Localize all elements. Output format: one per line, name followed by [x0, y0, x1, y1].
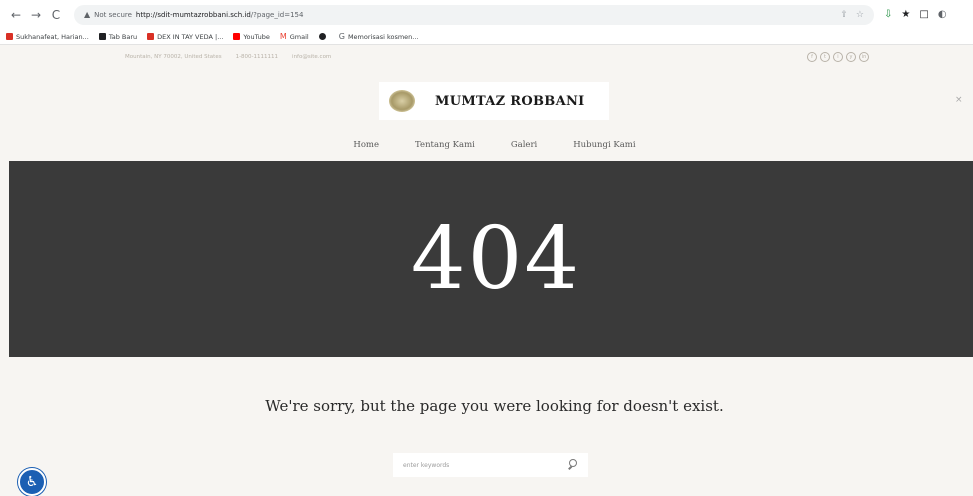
warning-icon[interactable]: ▲: [84, 10, 90, 19]
security-label[interactable]: Not secure: [94, 11, 132, 19]
bookmarks-bar: Sukhanafeat, Harian... Tab Baru DEX IN T…: [0, 29, 973, 45]
extension-star-icon[interactable]: ★: [901, 9, 910, 20]
browser-toolbar: ← → C ▲ Not secure http://sdit-mumtazrob…: [0, 0, 973, 29]
error-message: We're sorry, but the page you were looki…: [265, 397, 724, 415]
accessibility-icon[interactable]: ♿: [18, 468, 46, 496]
url-host: http://sdit-mumtazrobbani.sch.id: [135, 10, 251, 19]
address-bar[interactable]: ▲ Not secure http://sdit-mumtazrobbani.s…: [74, 4, 874, 25]
gmail-icon: M: [279, 32, 287, 41]
bookmark-item[interactable]: DEX IN TAY VEDA |...: [147, 33, 223, 41]
search-icon[interactable]: [566, 458, 580, 472]
nav-item-tentang-kami[interactable]: Tentang Kami: [415, 140, 475, 150]
site-header: MUMTAZ ROBBANI × Home Tentang Kami Galer…: [0, 69, 973, 161]
bookmark-item[interactable]: YouTube: [233, 33, 270, 41]
facebook-icon[interactable]: f: [807, 52, 817, 62]
nav-item-home[interactable]: Home: [353, 140, 379, 150]
bookmark-favicon: [147, 33, 155, 40]
youtube-icon: [233, 33, 241, 40]
google-icon: G: [338, 32, 345, 41]
close-icon[interactable]: ×: [955, 95, 963, 105]
email-text[interactable]: info@site.com: [292, 54, 331, 60]
extensions-area: ⇩ ★ □ ◐: [884, 9, 947, 20]
linkedin-icon[interactable]: in: [859, 52, 869, 62]
bookmark-item[interactable]: [318, 33, 329, 40]
bookmark-star-icon[interactable]: ☆: [856, 10, 864, 20]
nav-item-galeri[interactable]: Galeri: [511, 140, 537, 150]
bookmark-item[interactable]: G Memorisasi kosmen...: [339, 32, 419, 41]
youtube-social-icon[interactable]: y: [846, 52, 856, 62]
main-nav: Home Tentang Kami Galeri Hubungi Kami: [0, 140, 973, 150]
back-icon[interactable]: ←: [8, 8, 24, 22]
twitter-icon[interactable]: t: [820, 52, 830, 62]
address-text: Mountain, NY 70002, United States: [125, 54, 222, 60]
download-icon[interactable]: ⇩: [884, 9, 892, 20]
bookmark-item[interactable]: M Gmail: [280, 32, 309, 41]
school-logo: [389, 90, 415, 112]
forward-icon[interactable]: →: [28, 8, 44, 22]
site-brand[interactable]: MUMTAZ ROBBANI: [379, 82, 609, 120]
social-links: f t i y in: [807, 52, 869, 62]
sidepanel-icon[interactable]: □: [919, 9, 928, 20]
error-code: 404: [410, 209, 582, 309]
bookmark-favicon: [318, 33, 326, 40]
error-hero: 404: [9, 161, 973, 357]
url-path: /?page_id=154: [250, 10, 304, 19]
site-title: MUMTAZ ROBBANI: [435, 93, 585, 109]
share-icon[interactable]: ⇪: [840, 10, 848, 20]
reload-icon[interactable]: C: [48, 8, 64, 22]
bookmark-favicon: [98, 33, 106, 40]
phone-text: 1-800-1111111: [235, 54, 279, 60]
search-input[interactable]: [403, 461, 566, 469]
nav-item-hubungi-kami[interactable]: Hubungi Kami: [573, 140, 635, 150]
bookmark-item[interactable]: Tab Baru: [98, 33, 137, 41]
instagram-icon[interactable]: i: [833, 52, 843, 62]
bookmark-favicon: [6, 33, 13, 40]
profile-icon[interactable]: ◐: [938, 9, 947, 20]
bookmark-item[interactable]: Sukhanafeat, Harian...: [6, 33, 89, 41]
search-box: [393, 453, 588, 477]
